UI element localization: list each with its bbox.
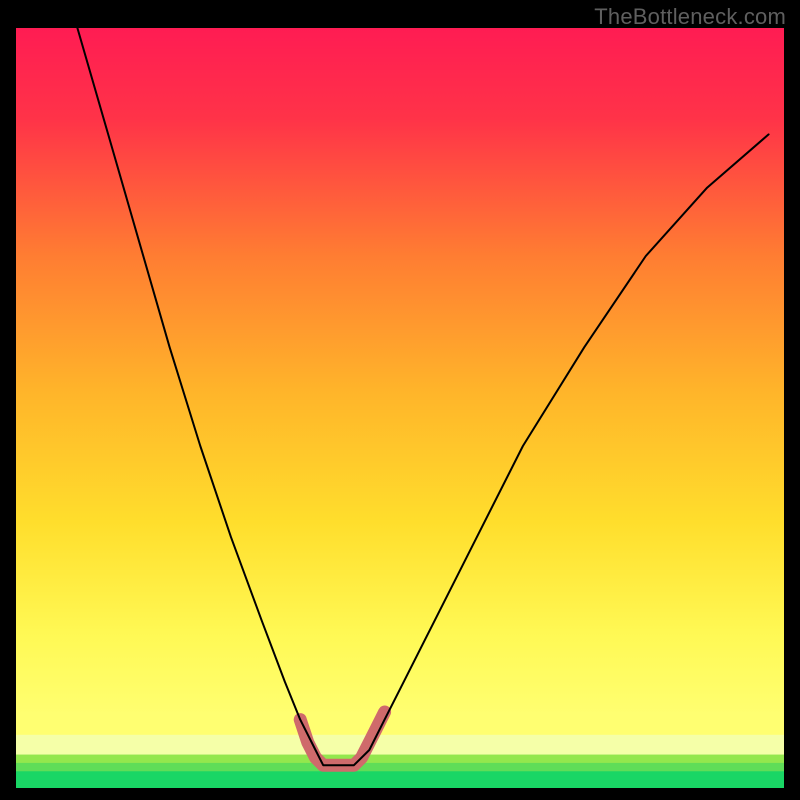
watermark: TheBottleneck.com [594, 4, 786, 30]
chart-svg [16, 28, 784, 788]
gradient-bg [16, 28, 784, 788]
chart-frame [16, 28, 784, 788]
bottom-bands [16, 712, 784, 788]
